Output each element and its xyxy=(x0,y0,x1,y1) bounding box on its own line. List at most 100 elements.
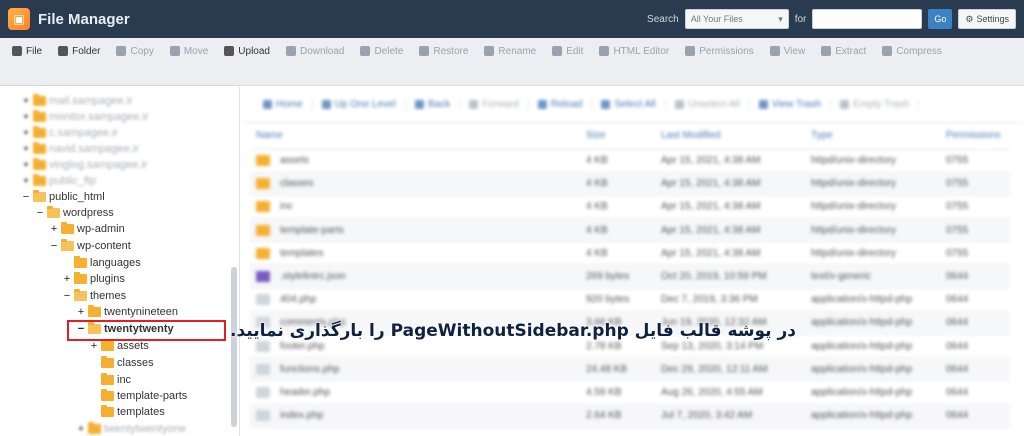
cell-modified: Apr 15, 2021, 4:38 AM xyxy=(655,149,805,173)
cell-size: 2.64 KB xyxy=(580,404,655,428)
nav-select-all[interactable]: Select All xyxy=(592,99,666,110)
nav-icon xyxy=(674,100,684,109)
table-row[interactable]: 404.php 920 bytes Dec 7, 2019, 3:36 PM appl… xyxy=(250,288,1010,312)
toolbar-button-folder[interactable]: Folder xyxy=(50,41,108,61)
tree-item-languages[interactable]: languages xyxy=(74,255,141,271)
highlight-box xyxy=(67,320,226,341)
nav-reload[interactable]: Reload xyxy=(529,99,593,110)
cell-perms: 0644 xyxy=(940,334,1010,359)
toolbar-button-move[interactable]: Move xyxy=(162,41,216,61)
tree-item-wordpress[interactable]: − wordpress xyxy=(36,205,114,221)
tree-item[interactable]: + twentytwentyone xyxy=(77,421,186,436)
tree-item-public-html[interactable]: − public_html xyxy=(22,189,105,205)
folder-icon xyxy=(256,247,270,259)
column-header-name[interactable]: Name xyxy=(250,123,580,150)
chevron-down-icon: ▾ xyxy=(778,13,783,24)
table-header-row: Name Size Last Modified Type Permissions xyxy=(250,123,1010,150)
toolbar-button-delete[interactable]: Delete xyxy=(352,41,411,61)
tree-item-wp-content[interactable]: − wp-content xyxy=(50,238,131,254)
cell-type: application/x-httpd-php xyxy=(805,404,940,428)
folder-icon xyxy=(74,256,87,268)
table-row[interactable]: inc 4 KB Apr 15, 2021, 4:38 AM httpd/unix-d… xyxy=(250,195,1010,220)
collapse-icon[interactable]: − xyxy=(36,207,44,219)
tree-item[interactable]: + c.sampagee.ir xyxy=(22,125,118,141)
nav-unselect-all[interactable]: Unselect All xyxy=(666,99,750,110)
toolbar-button-upload[interactable]: Upload xyxy=(216,41,278,61)
search-input[interactable] xyxy=(812,9,923,29)
table-row[interactable]: classes 4 KB Apr 15, 2021, 4:38 AM httpd/un… xyxy=(250,172,1010,196)
tree-item[interactable]: + mail.sampagee.ir xyxy=(22,93,133,109)
expand-icon[interactable]: + xyxy=(77,306,85,318)
tree-scrollbar[interactable] xyxy=(231,267,237,427)
navigation-bar: Home Up One Level Back Forward Reload Select … xyxy=(244,87,1024,123)
file-icon xyxy=(256,294,270,306)
nav-up-one-level[interactable]: Up One Level xyxy=(313,99,406,110)
tree-item-template-parts[interactable]: template-parts xyxy=(101,388,187,404)
expand-icon[interactable]: + xyxy=(63,273,71,285)
settings-button[interactable]: ⚙ Settings xyxy=(958,9,1016,29)
toolbar-button-download[interactable]: Download xyxy=(278,41,352,61)
nav-view-trash[interactable]: View Trash xyxy=(750,99,832,110)
cell-perms: 0755 xyxy=(940,218,1010,243)
toolbar-button-edit[interactable]: Edit xyxy=(544,41,591,61)
nav-empty-trash[interactable]: Empty Trash xyxy=(831,99,920,110)
table-row[interactable]: assets 4 KB Apr 15, 2021, 4:38 AM httpd/uni… xyxy=(250,149,1010,173)
download-icon xyxy=(286,46,296,56)
for-label: for xyxy=(794,13,807,25)
cell-perms: 0644 xyxy=(940,357,1010,382)
toolbar-button-compress[interactable]: Compress xyxy=(874,41,950,61)
column-header-permissions[interactable]: Permissions xyxy=(940,123,1010,150)
collapse-icon[interactable]: − xyxy=(50,240,58,252)
toolbar-button-file[interactable]: File xyxy=(4,41,50,61)
tree-item[interactable]: + public_ftp xyxy=(22,173,96,189)
nav-home[interactable]: Home xyxy=(254,99,313,110)
cell-size: 4 KB xyxy=(580,149,655,173)
tree-item-templates[interactable]: templates xyxy=(101,404,165,420)
toolbar-button-view[interactable]: View xyxy=(762,41,814,61)
cell-type: httpd/unix-directory xyxy=(805,172,940,196)
toolbar-button-copy[interactable]: Copy xyxy=(108,41,161,61)
tree-item[interactable]: + navid.sampagee.ir xyxy=(22,141,139,157)
nav-forward[interactable]: Forward xyxy=(460,99,529,110)
file-table: Name Size Last Modified Type Permissions… xyxy=(250,123,1010,428)
toolbar-button-restore[interactable]: Restore xyxy=(411,41,476,61)
nav-icon xyxy=(840,100,850,109)
toolbar-button-permissions[interactable]: Permissions xyxy=(677,41,761,61)
go-button[interactable]: Go xyxy=(928,9,953,29)
compress-icon xyxy=(882,46,893,56)
search-scope-select[interactable]: All Your Files ▾ xyxy=(684,9,789,29)
gear-icon: ⚙ xyxy=(965,13,974,24)
folder-icon xyxy=(101,405,114,417)
collapse-icon[interactable]: − xyxy=(22,191,30,203)
cell-perms: 0644 xyxy=(940,404,1010,428)
folder-icon xyxy=(74,272,87,284)
toolbar-button-extract[interactable]: Extract xyxy=(813,41,874,61)
toolbar-button-rename[interactable]: Rename xyxy=(476,41,544,61)
table-row[interactable]: .stylelintrc.json 269 bytes Oct 20, 2019, … xyxy=(250,264,1010,289)
column-header-type[interactable]: Type xyxy=(805,123,940,150)
cell-size: 4 KB xyxy=(580,172,655,196)
nav-back[interactable]: Back xyxy=(406,99,461,110)
table-row[interactable]: functions.php 24.48 KB Dec 29, 2020, 12:11… xyxy=(250,357,1010,382)
table-row[interactable]: templates 4 KB Apr 15, 2021, 4:38 AM httpd/… xyxy=(250,241,1010,266)
table-row[interactable]: header.php 4.59 KB Aug 26, 2020, 4:55 AM ap… xyxy=(250,380,1010,405)
search-label: Search xyxy=(647,13,679,25)
table-row[interactable]: template-parts 4 KB Apr 15, 2021, 4:38 AM h… xyxy=(250,218,1010,243)
table-row[interactable]: index.php 2.64 KB Jul 7, 2020, 3:42 AM appl… xyxy=(250,404,1010,428)
tree-item-twentynineteen[interactable]: + twentynineteen xyxy=(77,304,178,320)
cell-perms: 0644 xyxy=(940,380,1010,405)
expand-icon[interactable]: + xyxy=(90,340,98,352)
column-header-modified[interactable]: Last Modified xyxy=(655,123,805,150)
tree-item-wp-admin[interactable]: + wp-admin xyxy=(50,221,125,237)
column-header-size[interactable]: Size xyxy=(580,123,655,150)
tree-item-plugins[interactable]: + plugins xyxy=(63,271,125,287)
tree-item[interactable]: + vinglog.sampagee.ir xyxy=(22,157,147,173)
tree-item-themes[interactable]: − themes xyxy=(63,288,126,304)
collapse-icon[interactable]: − xyxy=(63,290,71,302)
tree-item-inc[interactable]: inc xyxy=(101,372,131,388)
toolbar-button-html-editor[interactable]: HTML Editor xyxy=(591,41,677,61)
toolbar: File Folder Copy Move Upload Download Delete Re… xyxy=(0,38,1024,86)
expand-icon[interactable]: + xyxy=(50,223,58,235)
tree-item[interactable]: + monitor.sampagee.ir xyxy=(22,109,149,125)
tree-item-classes[interactable]: classes xyxy=(101,355,154,371)
